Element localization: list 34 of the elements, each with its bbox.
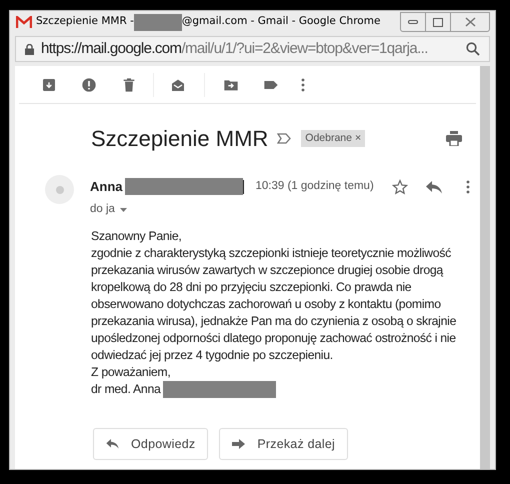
- redaction-bar: [134, 14, 182, 30]
- importance-marker-icon[interactable]: [277, 133, 292, 144]
- label-chip[interactable]: Odebrane ×: [301, 130, 366, 148]
- print-icon[interactable]: [446, 131, 462, 146]
- avatar: [45, 175, 74, 204]
- address-bar[interactable]: https://mail.google.com/mail/u/1/?ui=2&view=btop&ver=1qarja...: [15, 36, 490, 62]
- more-vertical-icon[interactable]: [466, 180, 470, 194]
- star-icon[interactable]: [392, 179, 408, 195]
- window-title: Szczepienie MMR -: [36, 14, 134, 30]
- more-vertical-icon[interactable]: [301, 78, 305, 92]
- sender-name: Anna: [90, 178, 122, 196]
- mail-logo-icon: [16, 16, 32, 28]
- search-icon[interactable]: [466, 42, 480, 56]
- window-title: @gmail.com - Gmail - Google Chrome: [182, 14, 380, 30]
- message-time: 10:39 (1 godzinę temu): [256, 179, 374, 194]
- report-spam-icon[interactable]: [81, 76, 97, 92]
- reply-icon[interactable]: [426, 180, 442, 194]
- lock-icon: [25, 44, 34, 54]
- trash-icon[interactable]: [121, 76, 137, 92]
- scrollbar[interactable]: [480, 66, 490, 469]
- caret-icon[interactable]: [120, 208, 127, 212]
- email-body-text: Szanowny Panie, zgodnie z charakterystyką szczepionki istnieje teoretycznie możliwość przekazania wirusów zawartych w szczepionce drugiej osobie drogą kropelkową do 28 dni po przyjęciu szczepionki. Co prawda nie obserwowano dotychczas zachorowań u osoby z kontaktu (pomimo przekazania wirusa), jednakże Pan ma do czynienia z osobą o skrajnie upośledzonej odporności dlatego proponuję zachować ostrożność i nie odwiedzać jej przez 4 tygodnie po szczepieniu.: [91, 228, 458, 364]
- email-subject: Szczepienie MMR: [91, 125, 268, 153]
- reply-button[interactable]: Odpowiedz: [93, 428, 208, 460]
- reply-icon: [106, 439, 119, 450]
- close-icon: [464, 17, 476, 27]
- signature-text: dr med. Anna: [91, 381, 161, 398]
- url-text: https://mail.google.com/mail/u/1/?ui=2&view=btop&ver=1qarja...: [41, 38, 428, 59]
- remove-label-button[interactable]: ×: [354, 130, 362, 146]
- forward-button[interactable]: Przekaż dalej: [219, 428, 348, 460]
- forward-arrow-icon: [232, 439, 246, 450]
- archive-icon[interactable]: [41, 76, 57, 92]
- closing-text: Z poważaniem,: [91, 364, 172, 382]
- recipient-text: do ja: [90, 202, 115, 217]
